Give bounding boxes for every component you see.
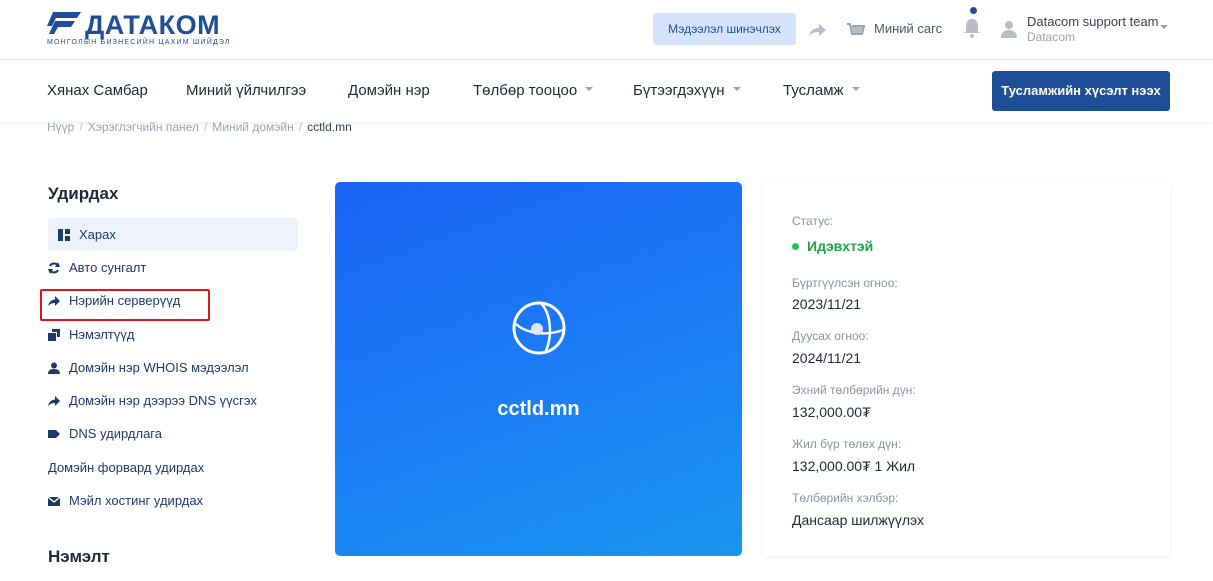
status-value: Идэвхтэй [807,238,874,254]
nav-my-services[interactable]: Миний үйлчилгээ [186,82,306,99]
share-icon[interactable] [808,20,828,40]
nav-dashboard-label: Хянах Самбар [47,82,148,99]
top-bar: ДАТАКОМ МОНГОЛЫН БИЗНЕСИЙН ЦАХИМ ШИЙДЭЛ … [0,0,1213,60]
nav-support-label: Тусламж [783,82,844,99]
breadcrumb-separator: / [203,120,208,134]
cart-icon[interactable] [846,19,866,39]
chevron-down-icon [585,87,594,92]
payment-method-label: Төлбөрийн хэлбэр: [792,491,899,505]
brand-name: ДАТАКОМ [85,10,221,40]
sidebar-item-label: Харах [79,227,116,242]
nav-dashboard[interactable]: Хянах Самбар [47,82,148,99]
sidebar-item-mail-hosting[interactable]: Мэйл хостинг удирдах [48,484,298,517]
nav-billing[interactable]: Төлбөр тооцоо [473,82,594,99]
nav-billing-label: Төлбөр тооцоо [473,82,578,99]
registered-date-label: Бүртгүүлсэн огноо: [792,276,898,290]
sidebar-item-label: Домэйн нэр дээрээ DNS үүсгэх [69,393,257,408]
sidebar-item-overview[interactable]: Харах [48,218,298,251]
chevron-down-icon [851,87,860,92]
recurring-amount-label: Жил бүр төлөх дүн: [792,437,902,451]
expiry-date-label: Дуусах огноо: [792,329,869,343]
sidebar-item-label: Нэмэлтүүд [69,327,135,342]
sidebar-item-nameservers[interactable]: Нэрийн серверүүд [48,284,298,317]
globe-icon [512,301,566,355]
main-nav: Хянах Самбар Миний үйлчилгээ Домэйн нэр … [0,60,1213,122]
sidebar-section-title: Нэмэлт [48,547,110,566]
status-badge: Идэвхтэй [792,238,873,254]
sidebar-item-auto-renew[interactable]: Авто сунгалт [48,251,298,284]
sidebar-item-dns-management[interactable]: DNS удирдлага [48,417,298,450]
brand-tagline: МОНГОЛЫН БИЗНЕСИЙН ЦАХИМ ШИЙДЭЛ [47,39,231,46]
bell-icon[interactable] [962,17,982,39]
user-avatar-icon[interactable] [1000,19,1018,39]
breadcrumb-client-area[interactable]: Хэрэглэгчийн панел [88,120,199,134]
brand-logo[interactable]: ДАТАКОМ МОНГОЛЫН БИЗНЕСИЙН ЦАХИМ ШИЙДЭЛ [47,10,237,48]
status-label: Статус: [792,214,834,228]
sidebar-item-label: Мэйл хостинг удирдах [69,493,204,508]
nav-my-services-label: Миний үйлчилгээ [186,82,307,99]
user-icon [48,362,60,374]
notification-dot [970,7,977,14]
user-org: Datacom [1027,30,1076,44]
nav-domains-label: Домэйн нэр [348,82,430,99]
nav-support[interactable]: Тусламж [783,82,860,99]
user-name[interactable]: Datacom support team [1027,14,1159,29]
breadcrumb-home[interactable]: Нүүр [47,120,74,134]
open-ticket-button[interactable]: Тусламжийн хүсэлт нээх [992,71,1170,111]
arrow-right-icon [48,295,60,306]
registered-date-value: 2023/11/21 [792,296,862,312]
mail-icon [48,496,60,506]
breadcrumb-separator: / [298,120,303,134]
recurring-amount-value: 132,000.00₮ 1 Жил [792,458,916,474]
status-dot [792,242,799,250]
cart-label[interactable]: Миний сагс [874,21,942,36]
sidebar-item-label: Нэрийн серверүүд [69,293,181,308]
sidebar-item-domain-forward[interactable]: Домэйн форвард удирдах [48,451,298,484]
sidebar-item-label: Авто сунгалт [69,260,147,275]
sidebar-item-whois[interactable]: Домэйн нэр WHOIS мэдээлэл [48,351,298,384]
first-payment-label: Эхний төлбөрийн дүн: [792,383,916,397]
breadcrumb-separator: / [79,120,83,134]
tag-icon [48,429,60,438]
sidebar-item-create-dns[interactable]: Домэйн нэр дээрээ DNS үүсгэх [48,384,298,417]
payment-method-value: Дансаар шилжүүлэх [792,512,924,528]
sidebar-item-label: Домэйн нэр WHOIS мэдээлэл [69,360,249,375]
breadcrumb-current: cctld.mn [307,120,352,134]
addons-icon [48,328,60,341]
arrow-right-icon [48,395,60,406]
refresh-icon [48,261,60,274]
sidebar-title: Удирдах [48,184,119,203]
expiry-date-value: 2024/11/21 [792,350,862,366]
domain-info-card: Статус: Идэвхтэй Бүртгүүлсэн огноо: 2023… [763,182,1170,556]
domain-card: cctld.mn [335,182,742,556]
sidebar-item-addons[interactable]: Нэмэлтүүд [48,318,298,351]
nav-products-label: Бүтээгдэхүүн [633,82,725,99]
nav-products[interactable]: Бүтээгдэхүүн [633,82,741,99]
dashboard-icon [58,228,70,241]
breadcrumb-my-domains[interactable]: Миний домэйн [212,120,293,134]
breadcrumb: Нүүр / Хэрэглэгчийн панел / Миний домэйн / cct… [47,120,352,134]
sidebar-item-label: DNS удирдлага [69,426,162,441]
nav-domains[interactable]: Домэйн нэр [348,82,430,99]
first-payment-value: 132,000.00₮ [792,404,871,420]
sidebar-item-label: Домэйн форвард удирдах [48,460,205,475]
chevron-down-icon [732,87,741,92]
domain-name: cctld.mn [497,398,580,420]
brand-logo-mark [47,12,81,34]
update-info-button[interactable]: Мэдээлэл шинэчлэх [653,13,796,45]
chevron-down-icon[interactable] [1160,23,1168,31]
